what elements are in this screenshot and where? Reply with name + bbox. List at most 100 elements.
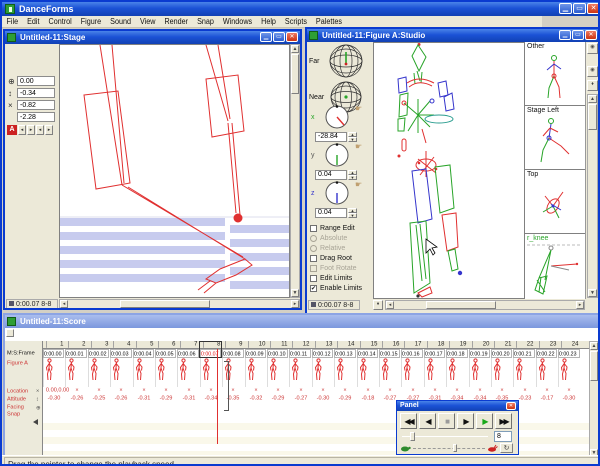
stage-maximize-button[interactable]: ▭ — [273, 32, 285, 42]
attitude-key-24[interactable]: -0.30 — [558, 395, 580, 403]
close-button[interactable]: ✕ — [587, 3, 600, 14]
frame-time-16[interactable]: 0:00.15 — [379, 349, 400, 358]
menu-control[interactable]: Control — [44, 16, 76, 28]
x-grab-hand-icon[interactable]: ☛ — [355, 104, 362, 113]
location-key-17[interactable]: × — [401, 387, 423, 395]
keyframe-figure-icon[interactable] — [401, 358, 423, 387]
attitude-key-6[interactable]: -0.29 — [155, 395, 177, 403]
location-key-23[interactable]: × — [536, 387, 558, 395]
panel-titlebar[interactable]: Panel ✕ — [397, 401, 518, 411]
frame-number-12[interactable]: 12 — [292, 341, 309, 348]
location-key-14[interactable]: × — [334, 387, 356, 395]
menu-help[interactable]: Help — [257, 16, 281, 28]
keyframe-figure-icon[interactable] — [558, 358, 580, 387]
frame-slider-thumb[interactable] — [410, 432, 415, 441]
attitude-key-1[interactable]: -0.30 — [43, 395, 65, 403]
location-key-18[interactable]: × — [424, 387, 446, 395]
view-pane-r-knee[interactable]: r_knee — [525, 234, 585, 299]
app-titlebar[interactable]: DanceForms ▁ ▭ ✕ — [2, 2, 600, 16]
keyframe-figure-icon[interactable] — [200, 358, 222, 387]
camera2-icon[interactable]: ◉ — [587, 66, 598, 77]
maximize-button[interactable]: ▭ — [573, 3, 586, 14]
menu-sound[interactable]: Sound — [106, 16, 136, 28]
speed-slider-track[interactable] — [413, 448, 485, 449]
frame-time-7[interactable]: 0:00.06 — [177, 349, 198, 358]
attitude-key-15[interactable]: -0.18 — [357, 395, 379, 403]
studio-minimize-button[interactable]: ▁ — [559, 30, 571, 40]
drag-root-checkbox[interactable]: Drag Root — [310, 254, 352, 263]
location-key-20[interactable]: × — [469, 387, 491, 395]
location-key-12[interactable]: × — [289, 387, 311, 395]
menu-windows[interactable]: Windows — [218, 16, 256, 28]
keyframe-figure-icon[interactable] — [446, 358, 468, 387]
frame-time-20[interactable]: 0:00.19 — [469, 349, 490, 358]
keyframe-figure-icon[interactable] — [110, 358, 132, 387]
attitude-key-12[interactable]: -0.27 — [289, 395, 311, 403]
frame-time-22[interactable]: 0:00.21 — [513, 349, 534, 358]
attitude-key-23[interactable]: -0.17 — [536, 395, 558, 403]
figure-scale-icon[interactable]: ♦ — [373, 300, 383, 310]
frame-number-13[interactable]: 13 — [315, 341, 332, 348]
studio-titlebar[interactable]: Untitled-11:Figure A:Studio ▁ ▭ ✕ — [307, 29, 599, 42]
keyframe-figure-icon[interactable] — [177, 358, 199, 387]
location-key-21[interactable]: × — [491, 387, 513, 395]
location-y-input[interactable]: -2.28 — [17, 112, 55, 122]
playhead-line[interactable] — [217, 349, 218, 444]
camera-icon[interactable]: ◉ — [587, 43, 598, 54]
menu-render[interactable]: Render — [160, 16, 193, 28]
frame-time-13[interactable]: 0:00.12 — [312, 349, 333, 358]
frame-number-17[interactable]: 17 — [404, 341, 421, 348]
attitude-key-5[interactable]: -0.31 — [133, 395, 155, 403]
attitude-key-3[interactable]: -0.25 — [88, 395, 110, 403]
keyframe-figure-icon[interactable] — [334, 358, 356, 387]
frame-time-17[interactable]: 0:00.16 — [401, 349, 422, 358]
menu-snap[interactable]: Snap — [193, 16, 219, 28]
location-key-10[interactable]: × — [245, 387, 267, 395]
keyframe-figure-icon[interactable] — [491, 358, 513, 387]
frame-number-22[interactable]: 22 — [516, 341, 533, 348]
score-corner-button[interactable] — [6, 329, 14, 337]
attitude-input[interactable]: -0.34 — [17, 88, 55, 98]
frame-number-15[interactable]: 15 — [360, 341, 377, 348]
keyframe-figure-icon[interactable] — [133, 358, 155, 387]
location-key-19[interactable]: × — [446, 387, 468, 395]
x-rotation-dial[interactable] — [324, 104, 350, 130]
attitude-key-8[interactable]: -0.34 — [200, 395, 222, 403]
speaker-icon[interactable] — [33, 419, 38, 425]
frame-number-7[interactable]: 7 — [180, 341, 197, 348]
stage-titlebar[interactable]: Untitled-11:Stage ▁ ▭ ✕ — [5, 31, 300, 44]
fast-forward-button[interactable]: ▶▶ — [495, 413, 512, 429]
frame-time-21[interactable]: 0:00.20 — [491, 349, 512, 358]
stage-vscrollbar[interactable]: ▲ ▼ — [290, 44, 300, 298]
keyframe-figure-icon[interactable] — [424, 358, 446, 387]
figure-a-tab[interactable]: A — [7, 125, 17, 135]
figure-prev-button[interactable]: ◂ — [18, 125, 26, 135]
figure-a-label[interactable]: Figure A — [7, 361, 28, 367]
location-key-11[interactable]: × — [267, 387, 289, 395]
keyframe-figure-icon[interactable] — [379, 358, 401, 387]
keyframe-figure-icon[interactable] — [88, 358, 110, 387]
studio-maximize-button[interactable]: ▭ — [572, 30, 584, 40]
attitude-key-7[interactable]: -0.31 — [177, 395, 199, 403]
step-back-button[interactable]: ◀ — [419, 413, 436, 429]
frame-number-21[interactable]: 21 — [494, 341, 511, 348]
location-key-22[interactable]: × — [513, 387, 535, 395]
frame-number-3[interactable]: 3 — [91, 341, 108, 348]
frame-number-19[interactable]: 19 — [449, 341, 466, 348]
play-button[interactable]: ▶ — [476, 413, 493, 429]
location-key-3[interactable]: × — [88, 387, 110, 395]
location-key-1[interactable]: 0.00,0.00 — [43, 387, 65, 395]
frame-time-4[interactable]: 0:00.03 — [110, 349, 131, 358]
z-rotation-dial[interactable] — [324, 180, 350, 206]
keyframe-figure-icon[interactable] — [289, 358, 311, 387]
frame-prev-button[interactable]: ◂ — [36, 125, 44, 135]
range-edit-checkbox[interactable]: Range Edit — [310, 224, 355, 233]
studio-hscrollbar[interactable]: ◂ ▸ — [385, 300, 585, 310]
track-label-location[interactable]: Location — [7, 389, 28, 395]
frame-number-24[interactable]: 24 — [561, 341, 578, 348]
minimize-button[interactable]: ▁ — [559, 3, 572, 14]
views-vscrollbar[interactable]: ▲ ▼ — [587, 94, 598, 298]
frame-time-19[interactable]: 0:00.18 — [446, 349, 467, 358]
keyframe-figure-icon[interactable] — [65, 358, 87, 387]
figure-view-icon[interactable]: ♦ — [587, 80, 598, 91]
